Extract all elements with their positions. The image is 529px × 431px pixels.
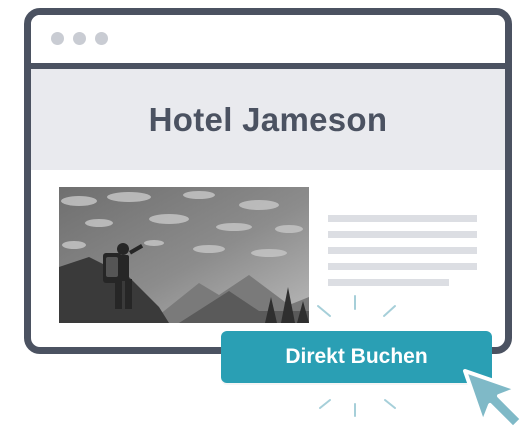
text-placeholder-line [328, 231, 477, 238]
text-placeholder-line [328, 279, 449, 286]
page-title: Hotel Jameson [148, 101, 388, 138]
illustration-stage: Hotel Jameson Direkt Buchen [0, 0, 529, 431]
window-control-dot[interactable] [51, 32, 64, 45]
text-placeholder-line [328, 247, 477, 254]
hero-banner: Hotel Jameson [31, 69, 505, 170]
browser-titlebar [31, 15, 505, 69]
book-direct-button[interactable]: Direkt Buchen [221, 331, 492, 383]
text-placeholder-line [328, 215, 477, 222]
browser-window: Hotel Jameson [24, 8, 512, 354]
text-placeholder-line [328, 263, 477, 270]
text-placeholder-block [328, 215, 477, 295]
hiker-mountain-photo [59, 187, 309, 323]
window-control-dot[interactable] [95, 32, 108, 45]
window-control-dot[interactable] [73, 32, 86, 45]
mouse-pointer-icon [463, 369, 524, 430]
